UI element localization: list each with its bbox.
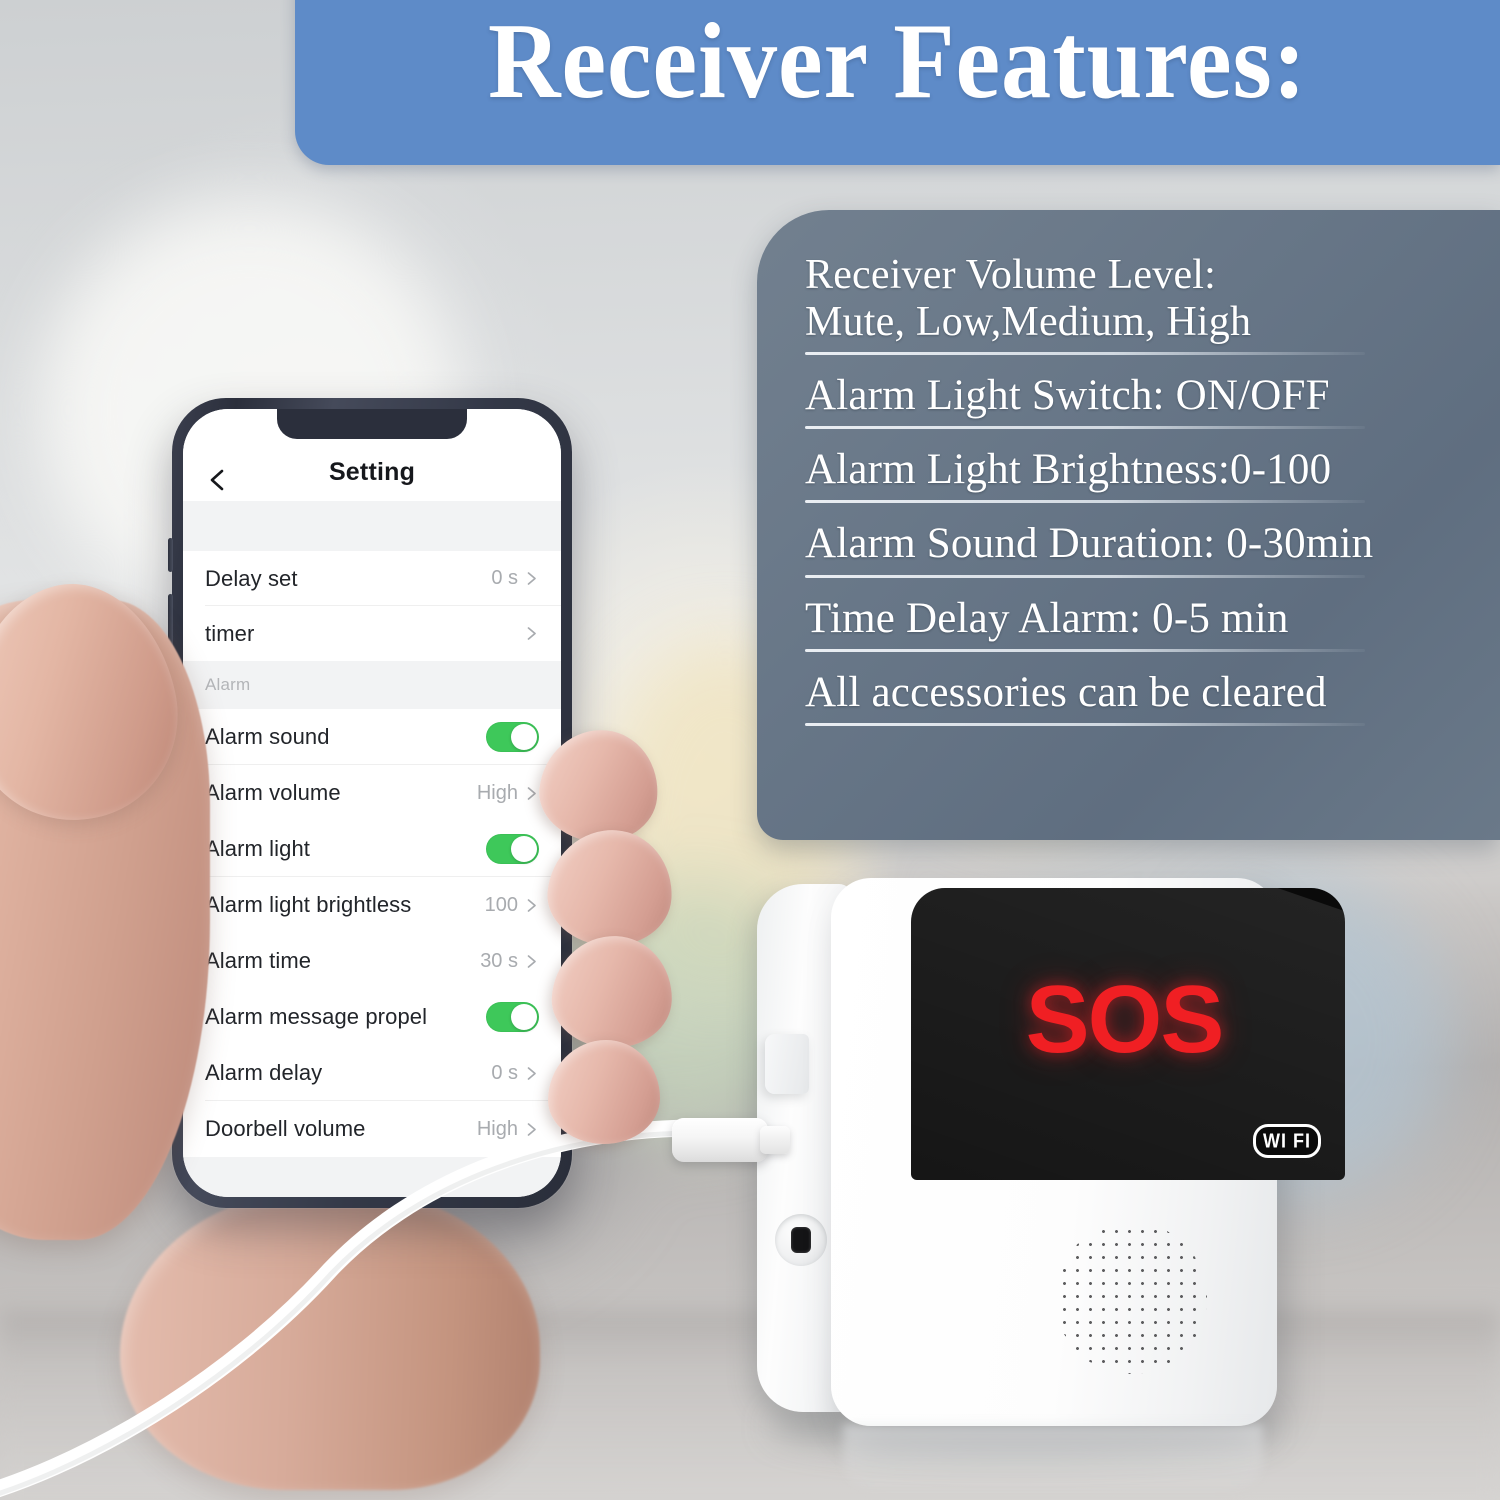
usb-plug	[672, 1118, 790, 1162]
header-banner: Receiver Features:	[295, 0, 1500, 165]
row-value: High	[476, 781, 518, 804]
feature-list-panel: Receiver Volume Level: Mute, Low,Medium,…	[757, 210, 1500, 840]
feature-item: All accessories can be cleared	[805, 669, 1466, 726]
chevron-right-icon	[524, 954, 539, 969]
wifi-badge-label: WI FI	[1263, 1129, 1311, 1152]
row-label: timer	[205, 620, 255, 646]
row-value: 30 s	[480, 949, 518, 972]
feature-divider	[805, 574, 1365, 578]
toggle-knob	[511, 836, 537, 862]
settings-row-alarm-volume[interactable]: Alarm volume High	[183, 765, 561, 821]
phone-notch	[277, 409, 467, 439]
alarm-message-propel-toggle[interactable]	[486, 1002, 539, 1032]
speaker-grille-icon	[1055, 1222, 1207, 1374]
chevron-right-icon	[524, 898, 539, 913]
settings-row-alarm-message-propel[interactable]: Alarm message propel	[183, 989, 561, 1045]
settings-group-top: Delay set 0 s timer	[183, 551, 561, 661]
alarm-sound-toggle[interactable]	[486, 722, 539, 752]
toggle-knob	[511, 724, 537, 750]
feature-divider	[805, 648, 1365, 652]
receiver-device: SOS WI FI	[757, 878, 1345, 1494]
feature-text: Receiver Volume Level: Mute, Low,Medium,…	[805, 252, 1252, 346]
row-label: Delay set	[205, 565, 298, 591]
chevron-right-icon	[524, 626, 539, 641]
section-label: Alarm	[205, 675, 251, 694]
wifi-badge-icon: WI FI	[1253, 1124, 1321, 1158]
feature-text: All accessories can be cleared	[805, 668, 1327, 716]
feature-text: Alarm Light Brightness:0-100	[805, 446, 1332, 494]
feature-item: Time Delay Alarm: 0-5 min	[805, 595, 1466, 652]
app-title: Setting	[328, 458, 416, 486]
settings-row-alarm-sound[interactable]: Alarm sound	[183, 709, 561, 765]
feature-item: Alarm Light Switch: ON/OFF	[805, 372, 1466, 430]
settings-row-delay-set[interactable]: Delay set 0 s	[183, 551, 561, 606]
row-label: Alarm light	[205, 836, 311, 861]
feature-item: Receiver Volume Level: Mute, Low,Medium,…	[805, 252, 1466, 356]
device-reflection	[843, 1424, 1263, 1494]
phone-mute-button[interactable]	[168, 538, 173, 572]
row-control: 30 s	[480, 950, 539, 973]
chevron-left-icon[interactable]	[205, 467, 231, 493]
toggle-knob	[511, 1004, 537, 1030]
row-control: High	[477, 782, 539, 805]
row-control	[524, 626, 539, 641]
feature-text: Alarm Sound Duration: 0-30min	[805, 520, 1374, 568]
section-header-alarm: Alarm	[183, 661, 561, 709]
feature-divider	[805, 500, 1365, 504]
feature-divider	[805, 352, 1365, 356]
feature-item: Alarm Sound Duration: 0-30min	[805, 520, 1466, 578]
settings-row-timer[interactable]: timer	[183, 606, 561, 661]
header-spacer-band	[183, 501, 561, 551]
row-control: 0 s	[491, 567, 539, 590]
row-control: 100	[485, 894, 539, 917]
row-value: 100	[484, 893, 518, 916]
chevron-right-icon	[524, 786, 539, 801]
device-front-body: SOS WI FI	[831, 878, 1345, 1426]
row-label: Alarm sound	[205, 724, 330, 749]
feature-divider	[805, 426, 1365, 430]
settings-row-alarm-time[interactable]: Alarm time 30 s	[183, 933, 561, 989]
row-label: Alarm volume	[205, 780, 341, 805]
sos-display-text: SOS	[1025, 966, 1225, 1073]
alarm-light-toggle[interactable]	[486, 834, 539, 864]
product-feature-image: Receiver Features: Receiver Volume Level…	[0, 0, 1500, 1500]
settings-row-alarm-light[interactable]: Alarm light	[183, 821, 561, 877]
row-label: Alarm message propel	[205, 1004, 428, 1029]
row-label: Alarm time	[205, 948, 312, 973]
feature-text: Alarm Light Switch: ON/OFF	[805, 372, 1330, 420]
feature-item: Alarm Light Brightness:0-100	[805, 446, 1466, 504]
row-value: 0 s	[491, 567, 518, 589]
feature-divider	[805, 722, 1365, 726]
chevron-right-icon	[524, 571, 539, 586]
device-display-panel: SOS WI FI	[911, 888, 1345, 1180]
feature-text: Time Delay Alarm: 0-5 min	[805, 594, 1289, 642]
page-title: Receiver Features:	[488, 2, 1307, 121]
row-label: Alarm light brightless	[205, 892, 412, 917]
settings-row-alarm-light-brightless[interactable]: Alarm light brightless 100	[183, 877, 561, 933]
